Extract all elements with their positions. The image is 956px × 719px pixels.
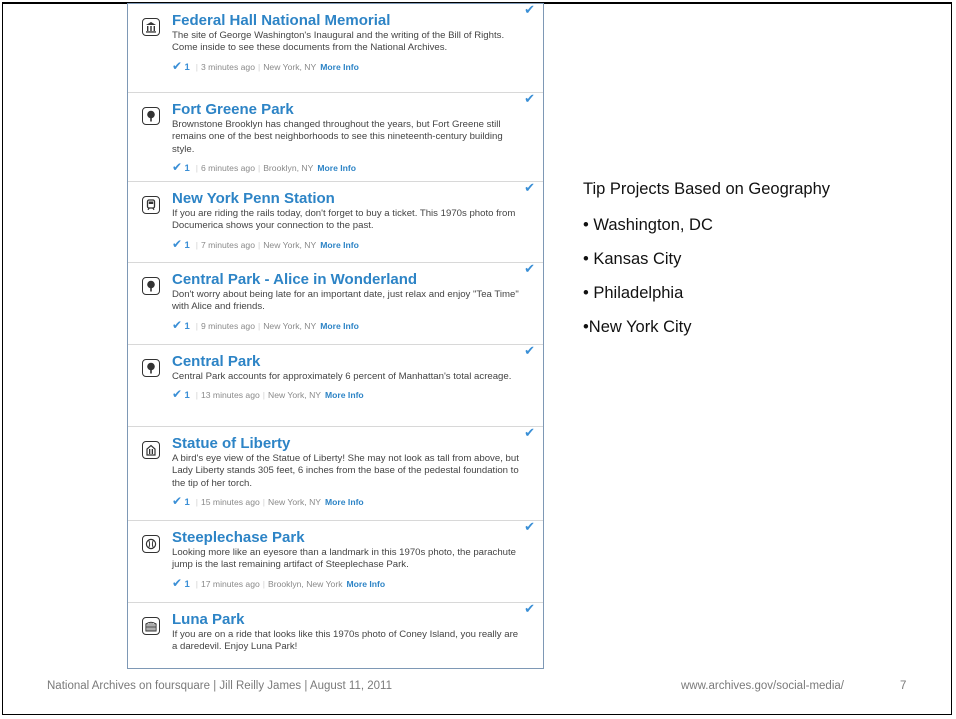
tip-meta: ✔ 1 | 13 minutes ago | New York, NY More Info xyxy=(172,387,364,402)
tip-title[interactable]: Central Park - Alice in Wonderland xyxy=(172,271,521,288)
tip-meta: ✔ 1 | 17 minutes ago | Brooklyn, New York Mor… xyxy=(172,575,386,590)
check-icon[interactable]: ✔ xyxy=(524,521,535,535)
tip-description: If you are riding the rails today, don't… xyxy=(172,208,516,232)
done-count: 1 xyxy=(184,61,190,73)
check-icon[interactable]: ✔ xyxy=(524,4,535,18)
tip-description: Don't worry about being late for an impo… xyxy=(172,289,519,313)
tip-item[interactable]: ✔ Luna Park If you are on a ride that lo… xyxy=(128,603,543,668)
done-check-icon[interactable]: ✔ xyxy=(172,576,182,590)
done-count: 1 xyxy=(184,163,190,175)
geography-item: • Washington, DC xyxy=(583,216,713,234)
tip-title[interactable]: New York Penn Station xyxy=(172,190,521,207)
tip-location: Brooklyn, New York xyxy=(267,578,343,589)
done-check-icon[interactable]: ✔ xyxy=(172,59,182,73)
tip-description: Looking more like an eyesore than a land… xyxy=(172,547,516,571)
tip-time: 9 minutes ago xyxy=(200,320,255,331)
check-icon[interactable]: ✔ xyxy=(524,603,535,617)
more-info-link[interactable]: More Info xyxy=(320,62,359,72)
tip-title[interactable]: Federal Hall National Memorial xyxy=(172,12,521,29)
tip-description: Brownstone Brooklyn has changed througho… xyxy=(172,119,503,155)
done-check-icon[interactable]: ✔ xyxy=(172,494,182,508)
tip-item[interactable]: ✔ Central Park - Alice in Wonderland Don… xyxy=(128,263,543,345)
footer-credit: National Archives on foursquare | Jill R… xyxy=(47,680,392,692)
tip-location: New York, NY xyxy=(267,497,322,508)
tip-location: New York, NY xyxy=(263,239,317,250)
geography-heading: Tip Projects Based on Geography xyxy=(583,180,831,198)
ball-icon xyxy=(142,535,160,553)
tree-icon xyxy=(142,359,160,377)
tip-item[interactable]: ✔ Steeplechase Park Looking more like an… xyxy=(128,521,543,603)
tip-title[interactable]: Steeplechase Park xyxy=(172,529,521,546)
tip-description: A bird's eye view of the Statue of Liber… xyxy=(172,453,519,489)
check-icon[interactable]: ✔ xyxy=(524,263,535,277)
tip-location: New York, NY xyxy=(263,320,317,331)
check-icon[interactable]: ✔ xyxy=(524,427,535,441)
done-count: 1 xyxy=(184,239,190,251)
done-check-icon[interactable]: ✔ xyxy=(172,387,182,401)
tip-location: New York, NY xyxy=(263,61,317,72)
tip-title[interactable]: Luna Park xyxy=(172,611,521,628)
stadium-icon xyxy=(142,617,160,635)
tip-time: 3 minutes ago xyxy=(200,61,255,72)
tree-icon xyxy=(142,107,160,125)
geography-item: • Kansas City xyxy=(583,250,682,268)
done-check-icon[interactable]: ✔ xyxy=(172,160,182,174)
page-number: 7 xyxy=(900,680,907,692)
geography-item: • Philadelphia xyxy=(583,284,684,302)
done-count: 1 xyxy=(184,390,190,402)
tip-meta: ✔ 1 | 15 minutes ago | New York, NY More Info xyxy=(172,494,364,509)
tip-item[interactable]: ✔ New York Penn Station If you are ridin… xyxy=(128,182,543,263)
done-check-icon[interactable]: ✔ xyxy=(172,237,182,251)
more-info-link[interactable]: More Info xyxy=(320,321,359,331)
tip-time: 7 minutes ago xyxy=(200,239,255,250)
more-info-link[interactable]: More Info xyxy=(325,390,364,400)
tip-meta: ✔ 1 | 9 minutes ago | New York, NY More Info xyxy=(172,317,359,332)
footer-url: www.archives.gov/social-media/ xyxy=(681,680,844,692)
tip-time: 17 minutes ago xyxy=(200,578,260,589)
tip-location: Brooklyn, NY xyxy=(263,163,314,174)
more-info-link[interactable]: More Info xyxy=(320,240,359,250)
tips-feed[interactable]: ✔ Federal Hall National Memorial The sit… xyxy=(127,3,544,669)
done-count: 1 xyxy=(184,497,190,509)
train-icon xyxy=(142,196,160,214)
check-icon[interactable]: ✔ xyxy=(524,93,535,107)
tip-item[interactable]: ✔ Federal Hall National Memorial The sit… xyxy=(128,4,543,93)
tip-description: If you are on a ride that looks like thi… xyxy=(172,629,519,653)
tip-meta: ✔ 1 | 7 minutes ago | New York, NY More Info xyxy=(172,236,359,251)
geography-list: Tip Projects Based on Geography • Washin… xyxy=(583,178,830,350)
tip-item[interactable]: ✔ Central Park Central Park accounts for… xyxy=(128,345,543,427)
tip-time: 15 minutes ago xyxy=(200,497,260,508)
tip-meta: ✔ 1 | 6 minutes ago | Brooklyn, NY More Info xyxy=(172,160,357,175)
tip-time: 13 minutes ago xyxy=(200,390,260,401)
tip-title[interactable]: Statue of Liberty xyxy=(172,435,521,452)
tip-location: New York, NY xyxy=(267,390,322,401)
tip-meta: ✔ 1 | 3 minutes ago | New York, NY More Info xyxy=(172,58,359,73)
tip-item[interactable]: ✔ Fort Greene Park Brownstone Brooklyn h… xyxy=(128,93,543,182)
tip-title[interactable]: Central Park xyxy=(172,353,521,370)
tip-item[interactable]: ✔ Statue of Liberty A bird's eye view of… xyxy=(128,427,543,521)
monument-icon xyxy=(142,18,160,36)
more-info-link[interactable]: More Info xyxy=(347,579,386,589)
tip-title[interactable]: Fort Greene Park xyxy=(172,101,521,118)
geography-item: •New York City xyxy=(583,318,692,336)
tip-description: The site of George Washington's Inaugura… xyxy=(172,30,505,54)
done-count: 1 xyxy=(184,578,190,590)
tree-icon xyxy=(142,277,160,295)
check-icon[interactable]: ✔ xyxy=(524,182,535,196)
done-count: 1 xyxy=(184,320,190,332)
more-info-link[interactable]: More Info xyxy=(325,497,364,507)
done-check-icon[interactable]: ✔ xyxy=(172,318,182,332)
check-icon[interactable]: ✔ xyxy=(524,345,535,359)
building-icon xyxy=(142,441,160,459)
more-info-link[interactable]: More Info xyxy=(317,163,356,173)
tip-description: Central Park accounts for approximately … xyxy=(172,371,512,382)
tip-time: 6 minutes ago xyxy=(200,163,255,174)
